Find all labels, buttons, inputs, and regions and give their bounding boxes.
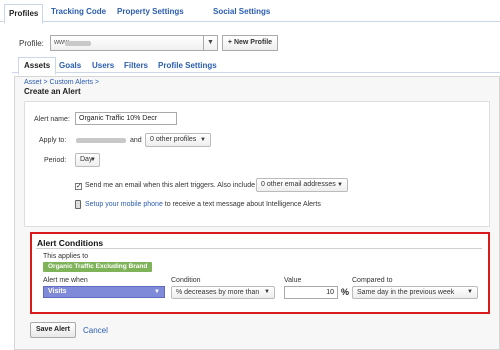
mobile-phone-icon — [75, 200, 81, 209]
alert-name-input[interactable]: Organic Traffic 10% Decr — [75, 112, 177, 125]
chevron-down-icon[interactable]: ▼ — [203, 36, 217, 50]
apply-to-label: Apply to: — [39, 137, 67, 144]
alert-when-label: Alert me when — [43, 277, 88, 284]
applies-to-label: This applies to — [43, 253, 89, 260]
tab-users[interactable]: Users — [92, 61, 114, 70]
value-label: Value — [284, 277, 302, 284]
period-dropdown[interactable]: Day ▼ — [75, 153, 100, 167]
subtab-bar — [12, 72, 500, 73]
segment-badge[interactable]: Organic Traffic Excluding Brand — [43, 262, 153, 272]
tab-profiles[interactable]: Profiles — [4, 4, 44, 24]
chevron-down-icon: ▼ — [264, 289, 270, 295]
condition-value: % decreases by more than — [176, 289, 260, 296]
condition-label: Condition — [171, 277, 201, 284]
other-profiles-dropdown[interactable]: 0 other profiles ▼ — [145, 133, 211, 147]
tab-property-settings[interactable]: Property Settings — [117, 7, 184, 16]
metric-value: Visits — [48, 288, 67, 295]
period-label: Period: — [44, 157, 67, 164]
condition-dropdown[interactable]: % decreases by more than ▼ — [171, 286, 275, 299]
chevron-down-icon: ▼ — [154, 289, 160, 295]
chevron-down-icon: ▼ — [337, 182, 343, 188]
other-emails-dropdown[interactable]: 0 other email addresses ▼ — [256, 178, 348, 192]
other-profiles-value: 0 other profiles — [150, 136, 197, 143]
chevron-down-icon: ▼ — [467, 289, 473, 295]
divider — [36, 248, 482, 249]
profile-select[interactable]: www. ▼ — [50, 35, 218, 51]
compared-to-label: Compared to — [352, 277, 393, 284]
compared-to-dropdown[interactable]: Same day in the previous week ▼ — [352, 286, 478, 299]
email-option-text: Send me an email when this alert trigger… — [85, 182, 256, 189]
alert-name-label: Alert name: — [34, 116, 70, 123]
mobile-text: to receive a text message about Intellig… — [164, 201, 321, 208]
compared-to-value: Same day in the previous week — [357, 289, 455, 296]
profile-label: Profile: — [19, 39, 44, 48]
tab-goals[interactable]: Goals — [59, 61, 81, 70]
setup-mobile-link[interactable]: Setup your mobile phone — [85, 201, 163, 208]
apply-to-and: and — [130, 137, 142, 144]
breadcrumb[interactable]: Asset > Custom Alerts > — [24, 79, 99, 86]
value-input[interactable]: 10 — [284, 286, 338, 299]
redacted-profile — [76, 138, 126, 143]
cancel-link[interactable]: Cancel — [83, 326, 108, 335]
chevron-down-icon: ▼ — [90, 157, 96, 163]
redacted-text — [65, 41, 91, 46]
tab-assets[interactable]: Assets — [18, 57, 57, 75]
mobile-row: Setup your mobile phone to receive a tex… — [85, 201, 321, 208]
alert-conditions-title: Alert Conditions — [37, 238, 104, 248]
chevron-down-icon: ▼ — [200, 137, 206, 143]
tab-profile-settings[interactable]: Profile Settings — [158, 61, 217, 70]
email-checkbox[interactable]: ✓ — [75, 183, 82, 190]
save-alert-button[interactable]: Save Alert — [30, 322, 76, 338]
tab-tracking-code[interactable]: Tracking Code — [51, 7, 106, 16]
metric-dropdown[interactable]: Visits ▼ — [43, 286, 165, 298]
percent-unit: % — [341, 287, 350, 297]
page-title: Create an Alert — [24, 87, 81, 96]
new-profile-button[interactable]: + New Profile — [222, 35, 278, 51]
tab-social-settings[interactable]: Social Settings — [213, 7, 270, 16]
other-emails-value: 0 other email addresses — [261, 181, 336, 188]
tab-filters[interactable]: Filters — [124, 61, 148, 70]
